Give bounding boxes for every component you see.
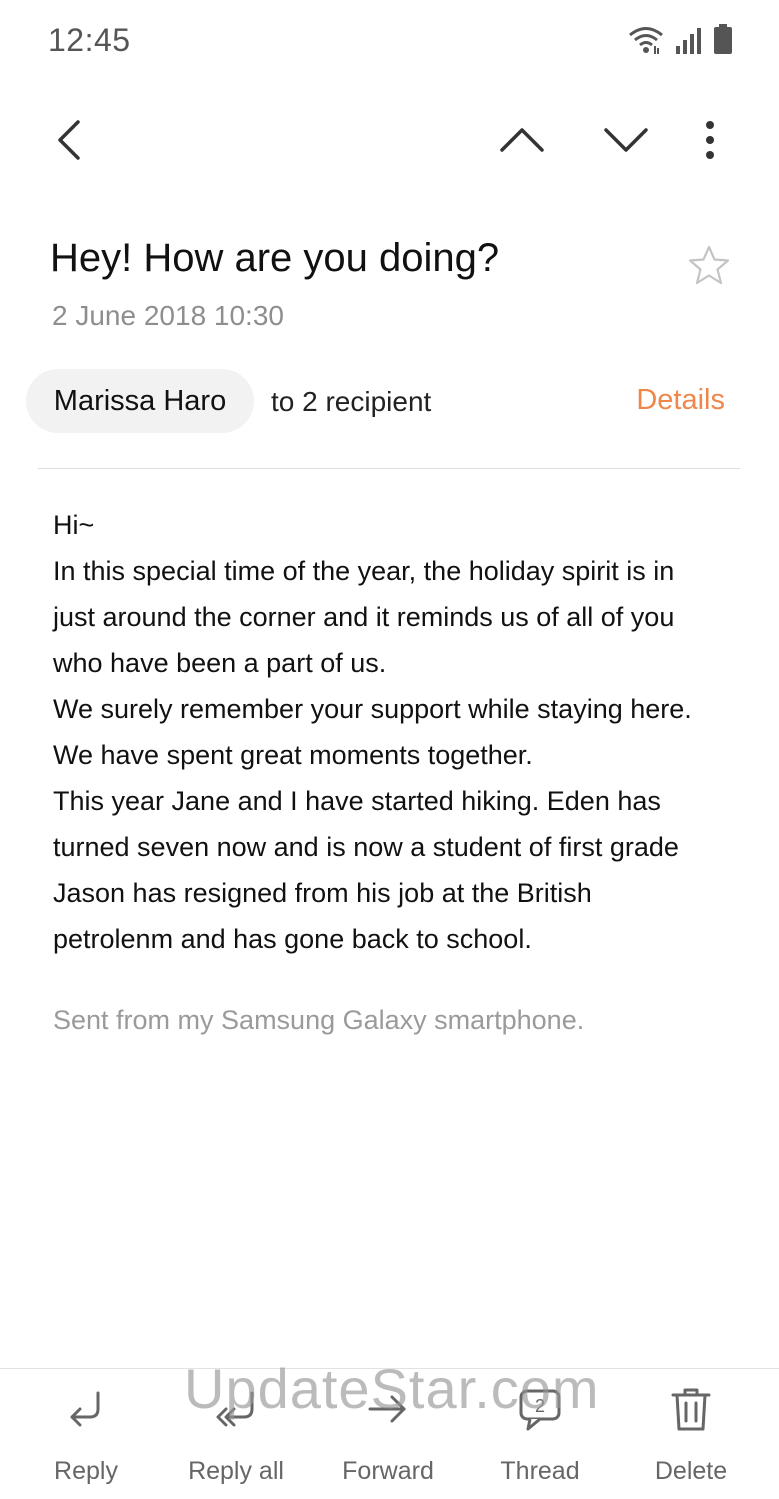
- chevron-down-icon: [604, 128, 648, 152]
- body-line: petrolenm and has gone back to school.: [53, 924, 532, 954]
- body-line: We have spent great moments together.: [53, 740, 533, 770]
- watermark: UpdateStar.com: [184, 1357, 600, 1420]
- chevron-up-icon: [500, 128, 544, 152]
- thread-label: Thread: [500, 1457, 580, 1485]
- forward-label: Forward: [342, 1457, 434, 1485]
- body-line: Hi~: [53, 510, 95, 540]
- body-line: In this special time of the year, the ho…: [53, 556, 675, 586]
- email-body: Hi~ In this special time of the year, th…: [53, 502, 743, 962]
- reply-all-label: Reply all: [188, 1457, 284, 1485]
- reply-icon: [70, 1391, 100, 1427]
- wifi-icon: [627, 26, 665, 59]
- body-line: This year Jane and I have started hiking…: [53, 786, 661, 816]
- star-button[interactable]: [688, 244, 730, 286]
- body-line: who have been a part of us.: [53, 648, 387, 678]
- details-link[interactable]: Details: [636, 384, 725, 417]
- status-time: 12:45: [48, 22, 131, 58]
- battery-icon: [713, 24, 733, 59]
- header-divider: [38, 468, 740, 469]
- email-date: 2 June 2018 10:30: [52, 300, 284, 331]
- star-icon: [688, 245, 730, 285]
- reply-label: Reply: [54, 1457, 118, 1485]
- sender-chip[interactable]: Marissa Haro: [26, 369, 254, 433]
- trash-icon: [671, 1388, 711, 1431]
- body-line: Jason has resigned from his job at the B…: [53, 878, 592, 908]
- more-options-button[interactable]: [698, 116, 722, 164]
- more-vertical-icon: [706, 121, 714, 159]
- delete-label: Delete: [654, 1457, 728, 1485]
- back-button[interactable]: [50, 112, 90, 168]
- previous-email-button[interactable]: [496, 118, 548, 158]
- next-email-button[interactable]: [600, 118, 652, 158]
- email-subject: Hey! How are you doing?: [50, 236, 500, 280]
- delete-button[interactable]: Delete: [621, 1385, 761, 1486]
- status-icons: [627, 24, 733, 59]
- email-signature: Sent from my Samsung Galaxy smartphone.: [53, 1005, 585, 1035]
- back-arrow-icon: [58, 120, 80, 160]
- reply-button[interactable]: Reply: [16, 1385, 156, 1486]
- body-line: just around the corner and it reminds us…: [53, 602, 675, 632]
- body-line: turned seven now and is now a student of…: [53, 832, 679, 862]
- recipients-text: to 2 recipient: [271, 386, 432, 417]
- signal-icon: [675, 26, 703, 59]
- body-line: We surely remember your support while st…: [53, 694, 692, 724]
